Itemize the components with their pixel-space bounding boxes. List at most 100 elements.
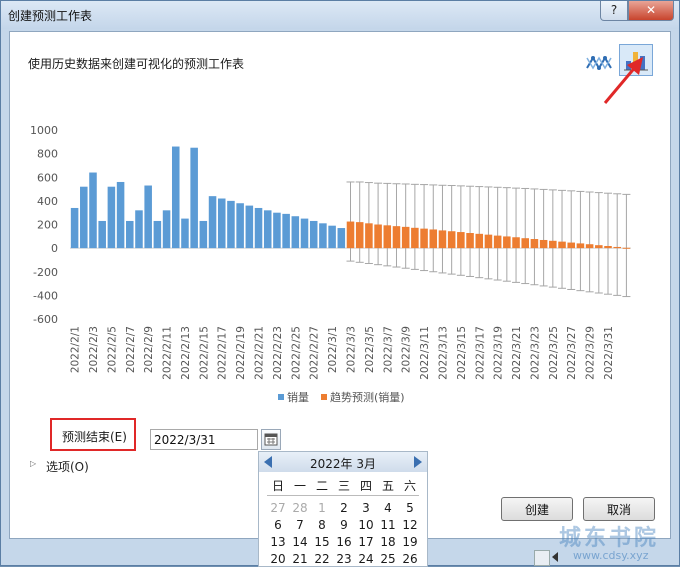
- x-tick-label: 2022/2/27: [309, 326, 321, 380]
- forecast-bar: [503, 236, 511, 249]
- calendar-day[interactable]: 13: [267, 535, 289, 549]
- calendar-day[interactable]: 3: [355, 501, 377, 515]
- x-tick-label: 2022/3/23: [529, 326, 541, 380]
- actual-bar: [190, 147, 198, 249]
- calendar-day[interactable]: 26: [399, 552, 421, 566]
- actual-bar: [236, 203, 244, 249]
- close-button[interactable]: ✕: [628, 1, 674, 21]
- legend-swatch-actual: [278, 394, 284, 400]
- x-tick-label: 2022/2/5: [106, 326, 118, 373]
- calendar-day[interactable]: 20: [267, 552, 289, 566]
- forecast-bar: [466, 233, 474, 249]
- calendar-day[interactable]: 9: [333, 518, 355, 532]
- x-tick-label: 2022/3/19: [493, 326, 505, 380]
- forecast-bar: [585, 244, 594, 249]
- title-bar[interactable]: 创建预测工作表 ? ✕: [1, 1, 679, 29]
- legend-swatch-forecast: [321, 394, 327, 400]
- calendar-day[interactable]: 5: [399, 501, 421, 515]
- calendar-button[interactable]: [261, 429, 281, 450]
- actual-bar: [107, 186, 116, 249]
- scroll-left-icon[interactable]: [552, 552, 558, 562]
- y-tick-label: 600: [37, 171, 58, 184]
- actual-bar: [153, 220, 162, 249]
- create-button[interactable]: 创建: [501, 497, 573, 521]
- x-tick-label: 2022/2/7: [125, 326, 137, 373]
- y-tick-label: -200: [33, 266, 58, 279]
- forecast-end-input[interactable]: [150, 429, 258, 450]
- next-month-icon[interactable]: [414, 456, 422, 468]
- actual-bar: [254, 207, 263, 249]
- forecast-bar: [539, 239, 548, 249]
- actual-bar: [217, 198, 226, 249]
- options-label: 选项(O): [46, 460, 89, 474]
- calendar-day[interactable]: 24: [355, 552, 377, 566]
- forecast-bar: [558, 241, 566, 249]
- help-button[interactable]: ?: [600, 1, 628, 21]
- actual-bar: [263, 210, 272, 249]
- x-tick-label: 2022/2/17: [217, 326, 229, 380]
- actual-bar: [273, 212, 281, 249]
- calendar-weekday: 五: [381, 479, 394, 493]
- y-tick-label: 200: [37, 219, 58, 232]
- y-tick-label: -600: [33, 313, 58, 326]
- actual-bar: [80, 186, 88, 249]
- watermark-text: 城东书院: [559, 526, 660, 551]
- calendar-day[interactable]: 10: [355, 518, 377, 532]
- y-tick-label: 400: [37, 195, 58, 208]
- actual-bar: [291, 216, 300, 249]
- calendar-weekday: 三: [337, 479, 350, 493]
- date-picker-popup[interactable]: 2022年 3月 日一二三四五六 27 28 1 2 3 4 5 6 7 8 9 10 11 12 13 14…: [258, 451, 428, 567]
- y-tick-label: 1000: [30, 124, 58, 137]
- actual-bar: [70, 207, 79, 249]
- calendar-day[interactable]: 4: [377, 501, 399, 515]
- chart-legend: 销量 趋势预测(销量): [278, 390, 405, 404]
- actual-bar: [89, 172, 97, 249]
- calendar-day[interactable]: 11: [377, 518, 399, 532]
- forecast-bar: [595, 245, 603, 249]
- forecast-bar: [549, 240, 557, 249]
- forecast-bar: [512, 237, 520, 249]
- x-tick-label: 2022/3/25: [548, 326, 560, 380]
- actual-bar: [328, 225, 336, 249]
- calendar-day[interactable]: 8: [311, 518, 333, 532]
- calendar-day[interactable]: 21: [289, 552, 311, 566]
- annotation-arrow-icon: [603, 57, 643, 104]
- cancel-button[interactable]: 取消: [583, 497, 655, 521]
- calendar-month-title[interactable]: 2022年 3月: [259, 455, 427, 472]
- calendar-day[interactable]: 18: [377, 535, 399, 549]
- watermark-url: www.cdsy.xyz: [573, 549, 649, 562]
- dialog-window: 创建预测工作表 ? ✕ 使用历史数据来创建可视化的预测工作表 1000 800 60…: [0, 0, 680, 567]
- actual-bar: [337, 228, 346, 249]
- calendar-day[interactable]: 1: [311, 501, 333, 515]
- forecast-bar: [447, 231, 456, 249]
- forecast-bar: [392, 226, 401, 249]
- forecast-bar: [530, 239, 539, 249]
- calendar-day[interactable]: 16: [333, 535, 355, 549]
- forecast-bar: [493, 235, 502, 249]
- forecast-chart: 10008006004002000-200-400-600 2022/2/1 20…: [30, 124, 631, 404]
- calendar-day[interactable]: 23: [333, 552, 355, 566]
- legend-label-forecast: 趋势预测(销量): [330, 390, 405, 404]
- x-tick-label: 2022/3/17: [474, 326, 486, 380]
- x-tick-label: 2022/2/23: [272, 326, 284, 380]
- calendar-day[interactable]: 2: [333, 501, 355, 515]
- calendar-day[interactable]: 19: [399, 535, 421, 549]
- calendar-header: 2022年 3月: [259, 452, 427, 472]
- x-tick-label: 2022/3/13: [437, 326, 449, 380]
- forecast-bar: [604, 245, 612, 249]
- calendar-day[interactable]: 12: [399, 518, 421, 532]
- calendar-day[interactable]: 14: [289, 535, 311, 549]
- calendar-day[interactable]: 6: [267, 518, 289, 532]
- x-tick-label: 2022/2/15: [198, 326, 210, 380]
- calendar-day[interactable]: 15: [311, 535, 333, 549]
- calendar-day[interactable]: 22: [311, 552, 333, 566]
- forecast-bar: [438, 230, 447, 249]
- calendar-day[interactable]: 7: [289, 518, 311, 532]
- x-tick-label: 2022/2/11: [162, 326, 174, 380]
- actual-bar: [144, 185, 152, 249]
- calendar-day[interactable]: 27: [267, 501, 289, 515]
- forecast-bar: [622, 247, 631, 249]
- calendar-day[interactable]: 25: [377, 552, 399, 566]
- calendar-day[interactable]: 17: [355, 535, 377, 549]
- calendar-day[interactable]: 28: [289, 501, 311, 515]
